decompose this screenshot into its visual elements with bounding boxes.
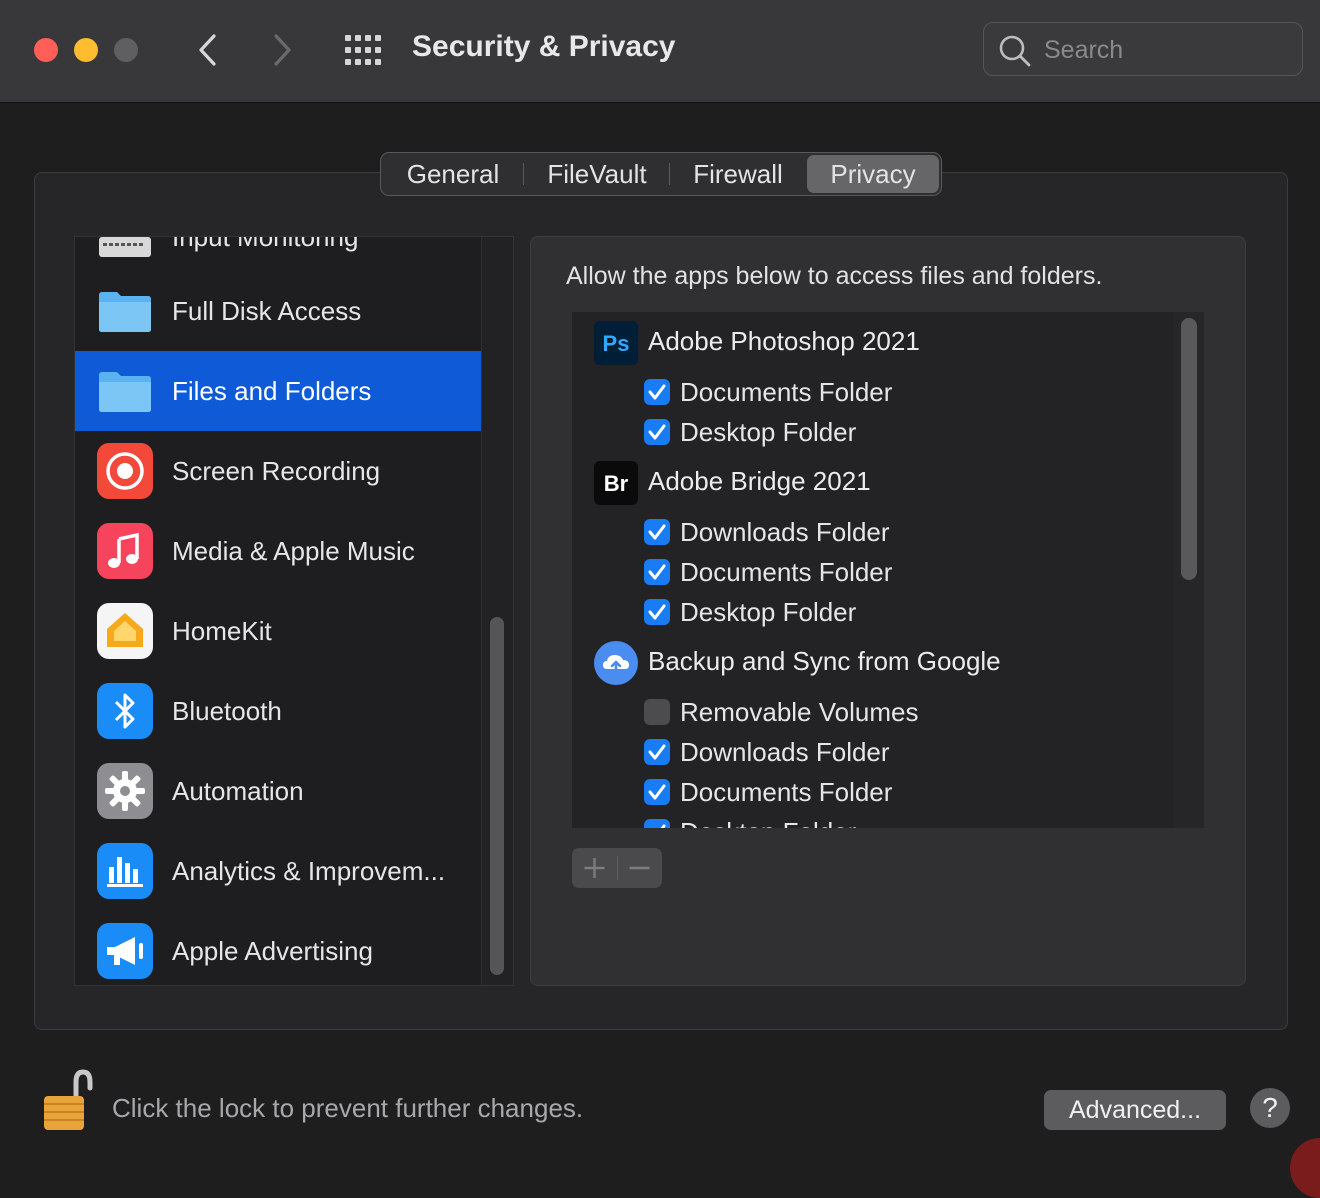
folder-icon <box>97 363 153 419</box>
checkmark-icon <box>648 524 666 540</box>
checkmark-icon <box>648 384 666 400</box>
lock-status-text: Click the lock to prevent further change… <box>112 1093 584 1123</box>
checkmark-icon <box>660 824 666 828</box>
search-icon <box>999 35 1031 67</box>
app-name: Adobe Photoshop 2021 <box>648 326 920 356</box>
show-all-grid-icon[interactable] <box>344 34 384 66</box>
sidebar-item-screen-recording[interactable]: Screen Recording <box>75 431 481 511</box>
sidebar-item-label: HomeKit <box>172 616 272 646</box>
tab-filevault[interactable]: FileVault <box>527 153 667 195</box>
tab-divider <box>523 163 524 185</box>
pane-description: Allow the apps below to access files and… <box>566 262 1103 290</box>
bluetooth-icon <box>97 683 153 739</box>
chevron-right-icon <box>274 34 291 66</box>
back-button[interactable] <box>188 28 228 72</box>
checkmark-icon <box>648 564 666 580</box>
sidebar-item-bluetooth[interactable]: Bluetooth <box>75 671 481 751</box>
permission-label: Desktop Folder <box>680 417 857 447</box>
zoom-window-button[interactable] <box>114 38 138 62</box>
app-name: Backup and Sync from Google <box>648 646 1001 676</box>
sidebar-item-label: Media & Apple Music <box>172 536 415 566</box>
tab-divider <box>669 163 670 185</box>
advanced-button[interactable]: Advanced... <box>1044 1090 1226 1130</box>
tab-bar: General FileVault Firewall Privacy <box>380 152 942 196</box>
permission-label: Documents Folder <box>680 777 893 807</box>
photoshop-app-icon: Ps <box>594 321 638 365</box>
checkmark-icon <box>648 744 666 760</box>
sidebar-item-homekit[interactable]: HomeKit <box>75 591 481 671</box>
remove-app-button[interactable] <box>617 848 662 888</box>
sidebar-item-media-apple-music[interactable]: Media & Apple Music <box>75 511 481 591</box>
checkbox[interactable] <box>644 739 670 765</box>
checkmark-icon <box>648 424 666 440</box>
plus-icon <box>584 858 605 878</box>
gear-icon <box>97 763 153 819</box>
sidebar-item-analytics[interactable]: Analytics & Improvem... <box>75 831 481 911</box>
privacy-category-list: Input Monitoring Full Disk Access Files … <box>74 236 514 986</box>
permission-label: Downloads Folder <box>680 737 890 767</box>
sidebar-item-automation[interactable]: Automation <box>75 751 481 831</box>
checkbox[interactable] <box>644 559 670 585</box>
checkbox[interactable] <box>644 779 670 805</box>
megaphone-icon <box>97 923 153 979</box>
search-field[interactable] <box>983 22 1303 76</box>
checkbox[interactable] <box>644 819 670 828</box>
checkmark-icon <box>648 604 666 620</box>
sidebar-item-label: Screen Recording <box>172 456 381 486</box>
sidebar-item-label: Automation <box>172 776 304 806</box>
permission-label: Desktop Folder <box>680 597 857 627</box>
chevron-left-icon <box>199 34 216 66</box>
checkbox[interactable] <box>644 599 670 625</box>
home-icon <box>97 603 153 659</box>
sidebar-item-label: Analytics & Improvem... <box>172 856 446 886</box>
bridge-app-icon: Br <box>594 461 638 505</box>
bridge-icon-text: Br <box>604 471 629 496</box>
analytics-icon <box>97 843 153 899</box>
window-title: Security & Privacy <box>412 30 676 63</box>
corner-badge <box>1290 1138 1320 1198</box>
checkbox[interactable] <box>644 699 670 725</box>
sidebar-item-full-disk-access[interactable]: Full Disk Access <box>75 271 481 351</box>
checkbox[interactable] <box>644 519 670 545</box>
forward-button[interactable] <box>262 28 302 72</box>
minimize-window-button[interactable] <box>74 38 98 62</box>
checkmark-icon <box>648 784 666 800</box>
tab-general[interactable]: General <box>385 153 521 195</box>
minus-icon <box>629 866 650 870</box>
checkbox[interactable] <box>644 419 670 445</box>
sidebar-item-label: Files and Folders <box>172 376 372 406</box>
sidebar-item-label: Apple Advertising <box>172 936 373 966</box>
folder-icon <box>97 283 153 339</box>
permission-label: Removable Volumes <box>680 697 919 727</box>
permission-label: Desktop Folder <box>680 815 856 828</box>
photoshop-icon-text: Ps <box>603 331 630 356</box>
tab-firewall[interactable]: Firewall <box>673 153 803 195</box>
sidebar-scrollbar-thumb[interactable] <box>490 617 504 975</box>
cloud-upload-icon <box>594 641 638 685</box>
keyboard-icon <box>97 237 153 265</box>
permission-label: Downloads Folder <box>680 517 890 547</box>
checkbox[interactable] <box>644 379 670 405</box>
app-name: Adobe Bridge 2021 <box>648 466 871 496</box>
title-bar: Security & Privacy <box>0 0 1320 103</box>
tab-privacy[interactable]: Privacy <box>807 155 939 193</box>
search-input[interactable] <box>1042 31 1286 69</box>
sidebar-item-label: Full Disk Access <box>172 296 362 326</box>
help-button[interactable]: ? <box>1250 1088 1290 1128</box>
close-window-button[interactable] <box>34 38 58 62</box>
sidebar-item-files-and-folders[interactable]: Files and Folders <box>75 351 481 431</box>
screen-recording-icon <box>97 443 153 499</box>
sidebar-item-apple-advertising[interactable]: Apple Advertising <box>75 911 481 985</box>
app-permission-list: Ps Adobe Photoshop 2021 Documents Folder… <box>572 312 1204 828</box>
sidebar-item-label: Bluetooth <box>172 696 282 726</box>
permission-label: Documents Folder <box>680 377 893 407</box>
add-remove-control <box>572 848 662 888</box>
app-list-scrollbar-thumb[interactable] <box>1181 318 1197 580</box>
permission-label: Documents Folder <box>680 557 893 587</box>
music-note-icon <box>97 523 153 579</box>
unlocked-padlock-icon[interactable] <box>40 1064 96 1136</box>
add-app-button[interactable] <box>572 848 617 888</box>
